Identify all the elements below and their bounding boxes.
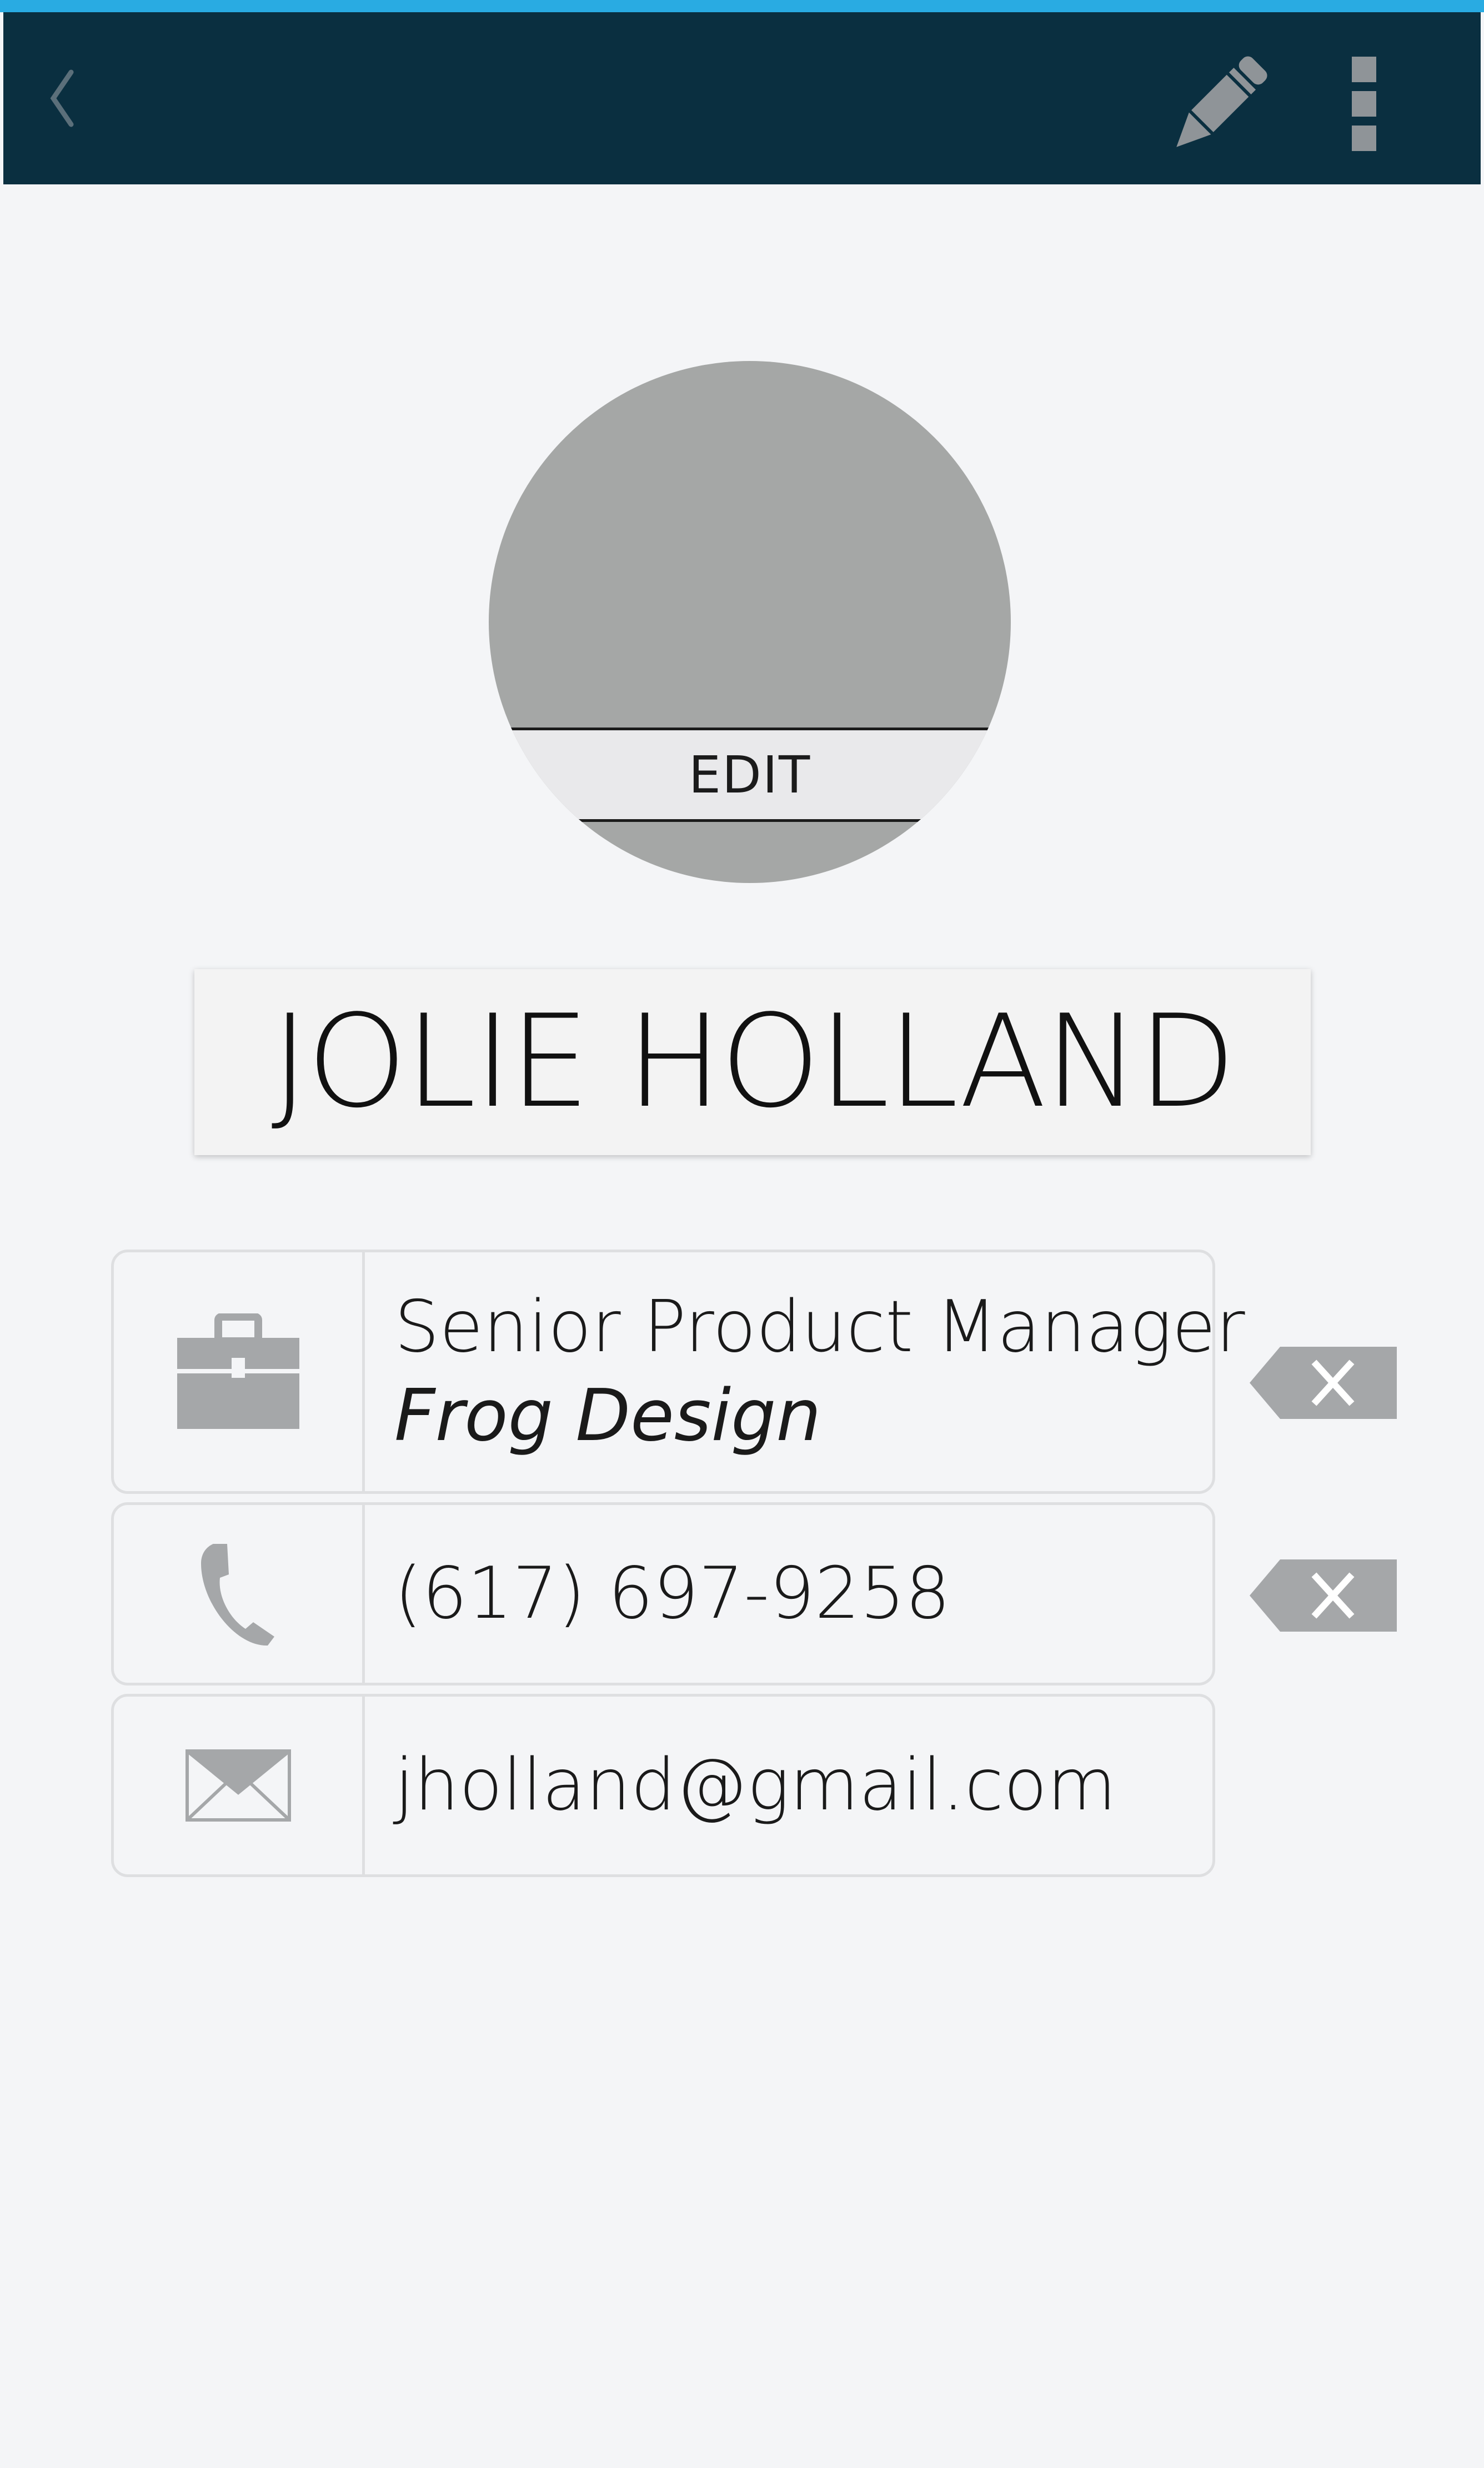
status-accent-stripe xyxy=(0,0,1484,12)
app-bar xyxy=(3,12,1481,184)
briefcase-icon xyxy=(177,1313,299,1429)
envelope-icon xyxy=(185,1749,291,1822)
job-title: Senior Product Manager xyxy=(394,1286,1245,1368)
work-text[interactable]: Senior Product Manager Frog Design xyxy=(394,1252,1245,1491)
phone-icon-cell xyxy=(114,1505,365,1683)
avatar-edit-label: EDIT xyxy=(688,745,811,805)
email-field[interactable]: jholland@gmail.com xyxy=(111,1694,1215,1877)
pencil-icon[interactable] xyxy=(1167,51,1272,157)
email-icon-cell xyxy=(114,1697,365,1874)
delete-phone-button[interactable] xyxy=(1250,1559,1397,1632)
email-address: jholland@gmail.com xyxy=(394,1744,1117,1827)
phone-text[interactable]: (617) 697-9258 xyxy=(394,1505,1190,1683)
phone-field[interactable]: (617) 697-9258 xyxy=(111,1502,1215,1686)
phone-number: (617) 697-9258 xyxy=(394,1552,951,1635)
name-field[interactable]: JOLIE HOLLAND xyxy=(194,969,1311,1155)
back-chevron-icon[interactable] xyxy=(37,57,87,140)
avatar[interactable]: EDIT xyxy=(489,361,1011,883)
work-icon-cell xyxy=(114,1252,365,1491)
contact-name: JOLIE HOLLAND xyxy=(271,988,1236,1136)
company-name: Frog Design xyxy=(394,1375,821,1457)
overflow-menu-icon[interactable] xyxy=(1342,51,1386,157)
delete-work-button[interactable] xyxy=(1250,1347,1397,1419)
phone-icon xyxy=(200,1544,274,1646)
work-field[interactable]: Senior Product Manager Frog Design xyxy=(111,1250,1245,1494)
email-text[interactable]: jholland@gmail.com xyxy=(394,1697,1190,1874)
avatar-edit-button[interactable]: EDIT xyxy=(489,728,1011,822)
